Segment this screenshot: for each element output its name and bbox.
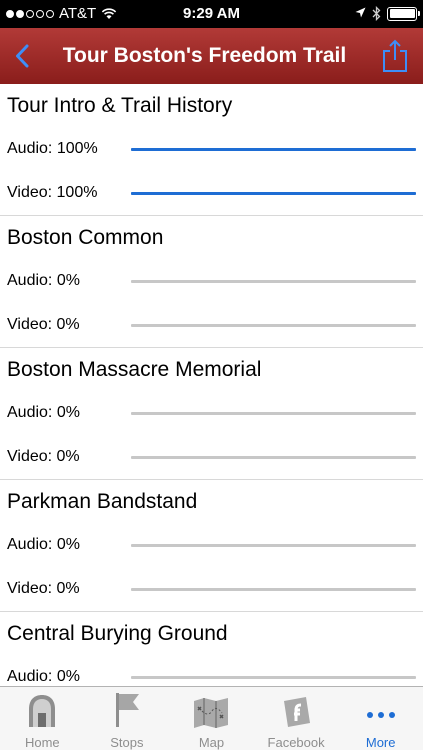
audio-progress-label: Audio: 0% [7,536,80,553]
tab-facebook[interactable]: Facebook [254,687,339,750]
video-progress-row: Video: 0% [0,435,423,479]
list-item[interactable]: Tour Intro & Trail History Audio: 100% V… [0,84,423,216]
facebook-icon [284,697,311,727]
audio-progress-fill [131,147,416,151]
page-title: Tour Boston's Freedom Trail [62,44,347,67]
video-progress-bar [131,323,416,327]
audio-progress-label: Audio: 0% [7,668,80,685]
tab-bar: Home Stops Map Facebook More [0,686,423,750]
tab-label: More [365,735,396,750]
flag-icon [115,693,139,727]
list-item[interactable]: Central Burying Ground Audio: 0% [0,612,423,686]
share-button[interactable] [377,36,413,76]
audio-progress-label: Audio: 100% [7,140,98,157]
audio-progress-row: Audio: 0% [0,655,423,686]
battery-icon [387,6,420,21]
audio-progress-bar [131,543,416,547]
list-item[interactable]: Parkman Bandstand Audio: 0% Video: 0% [0,480,423,612]
audio-progress-row: Audio: 0% [0,391,423,435]
audio-progress-row: Audio: 0% [0,259,423,303]
video-progress-label: Video: 100% [7,184,98,201]
share-icon [383,39,407,72]
video-progress-label: Video: 0% [7,316,80,333]
tab-label: Stops [110,735,144,750]
audio-progress-bar [131,147,416,151]
stop-title: Parkman Bandstand [7,490,198,513]
video-progress-bar [131,191,416,195]
stop-title: Boston Common [7,226,164,249]
map-icon [194,698,229,728]
audio-progress-bar [131,411,416,415]
status-right [355,6,420,21]
tab-stops[interactable]: Stops [85,687,170,750]
audio-progress-row: Audio: 0% [0,523,423,567]
tab-label: Home [24,735,60,750]
video-progress-bar [131,587,416,591]
video-progress-fill [131,191,416,195]
audio-progress-label: Audio: 0% [7,404,80,421]
list-item[interactable]: Boston Common Audio: 0% Video: 0% [0,216,423,348]
location-arrow-icon [355,7,366,18]
home-icon [29,695,56,727]
audio-progress-bar [131,279,416,283]
video-progress-bar [131,455,416,459]
stop-title: Boston Massacre Memorial [7,358,262,381]
video-progress-label: Video: 0% [7,580,80,597]
status-bar: AT&T 9:29 AM [0,0,423,28]
stop-title: Tour Intro & Trail History [7,94,233,117]
video-progress-row: Video: 0% [0,303,423,347]
tab-label: Facebook [267,735,325,750]
list-item[interactable]: Boston Massacre Memorial Audio: 0% Video… [0,348,423,480]
video-progress-label: Video: 0% [7,448,80,465]
video-progress-row: Video: 0% [0,567,423,611]
tour-progress-list[interactable]: Tour Intro & Trail History Audio: 100% V… [0,84,423,686]
tab-label: Map [198,735,225,750]
audio-progress-label: Audio: 0% [7,272,80,289]
video-progress-row: Video: 100% [0,171,423,215]
back-button[interactable] [4,36,40,76]
audio-progress-row: Audio: 100% [0,127,423,171]
stop-title: Central Burying Ground [7,622,228,645]
navigation-bar: Tour Boston's Freedom Trail [0,28,423,84]
tab-map[interactable]: Map [169,687,254,750]
audio-progress-bar [131,675,416,679]
more-icon [366,712,395,718]
tab-home[interactable]: Home [0,687,85,750]
battery-level [389,9,415,18]
chevron-left-icon [16,44,29,68]
tab-more[interactable]: More [338,687,423,750]
bluetooth-icon [372,6,381,21]
